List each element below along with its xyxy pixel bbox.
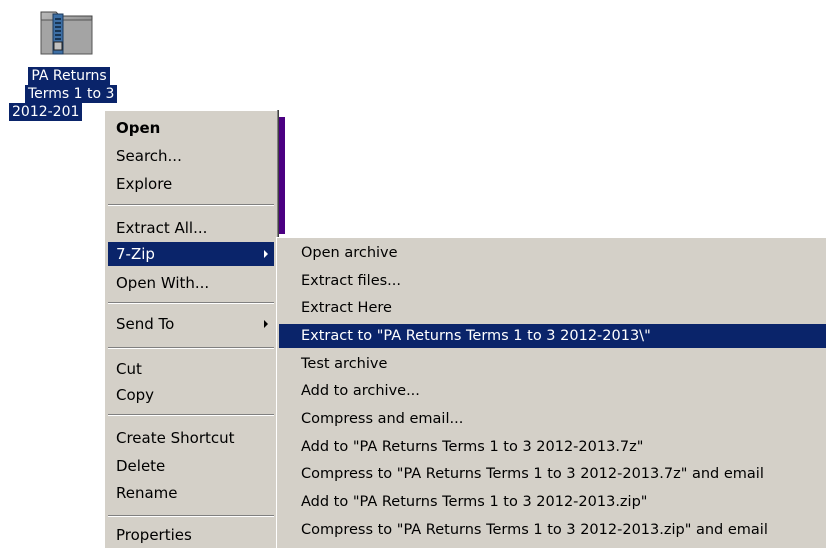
- menu-separator: [108, 515, 274, 517]
- submenu-item-test-archive[interactable]: Test archive: [279, 352, 826, 376]
- menu-item-extract-all[interactable]: Extract All...: [108, 216, 274, 240]
- menu-separator: [108, 204, 274, 206]
- background-window-edge: [277, 117, 285, 234]
- submenu-item-compress-zip-email[interactable]: Compress to "PA Returns Terms 1 to 3 201…: [279, 518, 826, 542]
- icon-label-line: PA Returns: [28, 67, 110, 85]
- menu-item-properties[interactable]: Properties: [108, 523, 274, 547]
- submenu-arrow-icon: [264, 320, 268, 328]
- menu-separator: [108, 347, 274, 349]
- menu-item-open-with[interactable]: Open With...: [108, 271, 274, 295]
- submenu-item-extract-here[interactable]: Extract Here: [279, 296, 826, 320]
- menu-item-search[interactable]: Search...: [108, 144, 274, 168]
- submenu-item-compress-7z-email[interactable]: Compress to "PA Returns Terms 1 to 3 201…: [279, 462, 826, 486]
- submenu-item-add-to-archive[interactable]: Add to archive...: [279, 379, 826, 403]
- menu-item-label: Send To: [116, 315, 175, 333]
- menu-item-cut[interactable]: Cut: [108, 357, 274, 381]
- submenu-item-extract-to-folder[interactable]: Extract to "PA Returns Terms 1 to 3 2012…: [279, 324, 826, 348]
- menu-item-7zip[interactable]: 7-Zip: [108, 242, 274, 266]
- submenu-item-add-7z[interactable]: Add to "PA Returns Terms 1 to 3 2012-201…: [279, 435, 826, 459]
- menu-item-copy[interactable]: Copy: [108, 383, 274, 407]
- menu-item-explore[interactable]: Explore: [108, 172, 274, 196]
- submenu-item-open-archive[interactable]: Open archive: [279, 241, 826, 265]
- icon-label-line: 2012-201: [9, 103, 83, 121]
- zip-folder-icon[interactable]: [38, 6, 96, 58]
- menu-separator: [108, 414, 274, 416]
- menu-separator: [108, 302, 274, 304]
- icon-label-line: Terms 1 to 3: [25, 85, 118, 103]
- submenu-arrow-icon: [264, 250, 268, 258]
- 7zip-submenu: Open archive Extract files... Extract He…: [276, 237, 826, 548]
- context-menu: Open Search... Explore Extract All... 7-…: [104, 110, 277, 548]
- menu-item-rename[interactable]: Rename: [108, 481, 274, 505]
- menu-item-create-shortcut[interactable]: Create Shortcut: [108, 426, 274, 450]
- submenu-item-extract-files[interactable]: Extract files...: [279, 269, 826, 293]
- submenu-item-add-zip[interactable]: Add to "PA Returns Terms 1 to 3 2012-201…: [279, 490, 826, 514]
- menu-item-delete[interactable]: Delete: [108, 454, 274, 478]
- submenu-item-compress-email[interactable]: Compress and email...: [279, 407, 826, 431]
- menu-item-label: 7-Zip: [116, 245, 155, 263]
- menu-item-send-to[interactable]: Send To: [108, 312, 274, 336]
- menu-item-open[interactable]: Open: [108, 116, 274, 140]
